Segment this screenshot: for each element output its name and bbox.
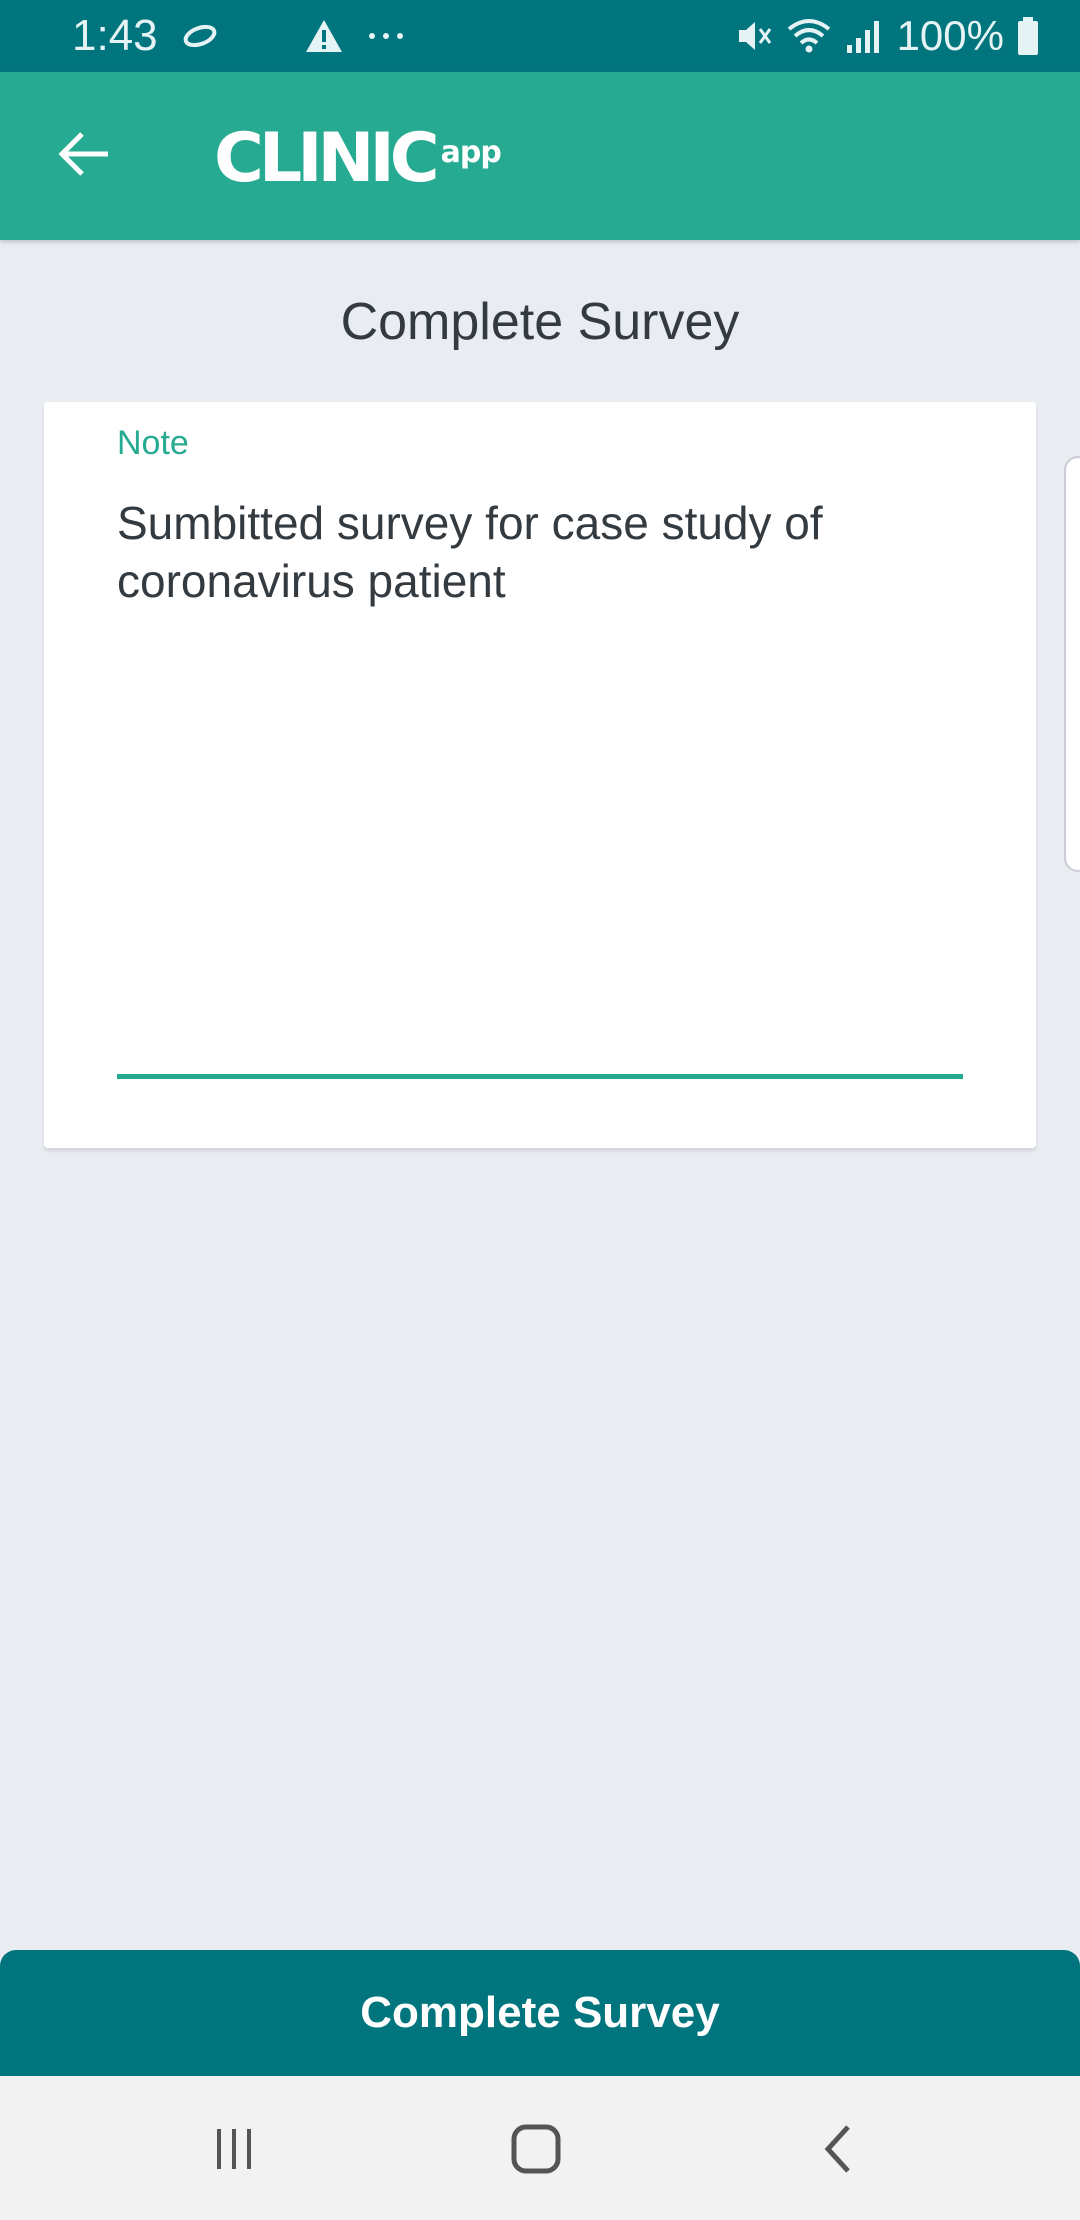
recent-apps-button[interactable] xyxy=(184,2106,284,2196)
logo-main-text: CLINIC xyxy=(214,119,440,198)
status-right: 100% xyxy=(735,8,1040,64)
status-time: 1:43 xyxy=(72,11,158,60)
note-card: Note Sumbitted survey for case study of … xyxy=(44,402,1036,1148)
clinic-app-logo: CLINIC app xyxy=(214,119,502,198)
signal-icon xyxy=(845,17,885,55)
mute-icon xyxy=(735,17,773,55)
back-icon xyxy=(818,2121,858,2182)
recent-apps-icon xyxy=(209,2124,259,2179)
note-underline xyxy=(117,1074,963,1079)
arrow-left-icon xyxy=(56,130,112,183)
back-button[interactable] xyxy=(40,116,128,196)
home-icon xyxy=(508,2121,564,2182)
status-left: 1:43 xyxy=(72,8,406,64)
warning-icon xyxy=(304,18,344,54)
note-label: Note xyxy=(117,424,189,462)
note-textarea[interactable]: Sumbitted survey for case study of coron… xyxy=(117,494,977,610)
side-panel-handle[interactable] xyxy=(1064,456,1080,872)
wifi-icon xyxy=(785,17,833,55)
status-bar: 1:43 100% xyxy=(0,0,1080,72)
nav-back-button[interactable] xyxy=(788,2106,888,2196)
battery-icon xyxy=(1016,16,1040,56)
home-button[interactable] xyxy=(486,2106,586,2196)
page-title: Complete Survey xyxy=(340,293,740,351)
battery-text: 100% xyxy=(896,12,1004,59)
system-nav-bar xyxy=(0,2076,1080,2220)
app-bar: CLINIC app xyxy=(0,72,1080,240)
more-dots-icon xyxy=(366,31,406,41)
logo-suffix-text: app xyxy=(440,135,502,170)
complete-survey-button[interactable]: Complete Survey xyxy=(0,1950,1080,2076)
sync-icon xyxy=(180,21,220,51)
